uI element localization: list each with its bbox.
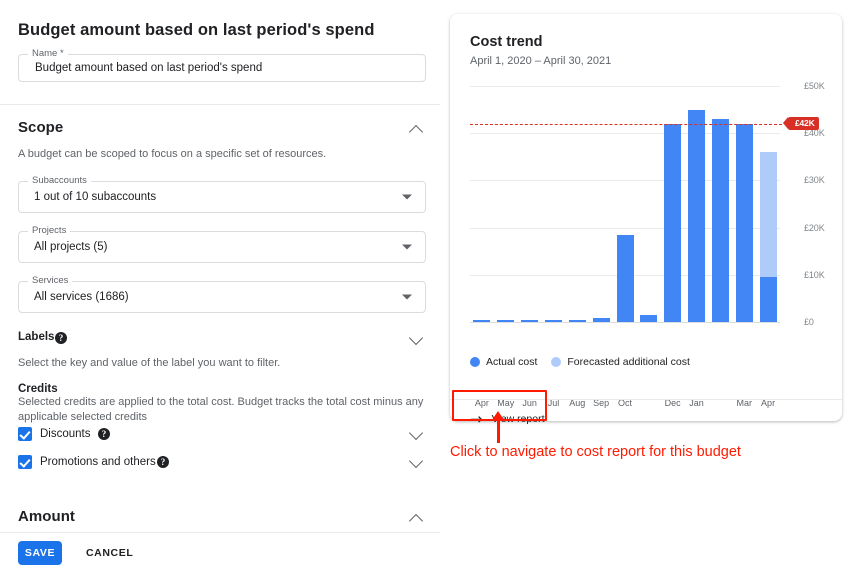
arrow-right-icon: → (470, 412, 483, 427)
chart-bar-actual[interactable] (473, 320, 490, 323)
y-axis-tick: £20K (804, 223, 825, 233)
services-value: All services (1686) (34, 291, 129, 303)
help-icon-labels[interactable]: ? (55, 332, 67, 344)
chart-bar-actual[interactable] (497, 320, 514, 323)
divider-top (0, 104, 440, 105)
chart-bar-actual[interactable] (569, 320, 586, 323)
gridline (470, 133, 780, 134)
gridline (470, 228, 780, 229)
budget-name-label: Name * (28, 48, 68, 60)
chart-title: Cost trend (470, 34, 543, 50)
help-icon-discounts[interactable]: ? (98, 428, 110, 440)
budget-threshold-badge: £42K (788, 117, 819, 130)
gridline (470, 86, 780, 87)
save-button[interactable]: SAVE (18, 541, 62, 565)
chart-bar-actual[interactable] (593, 318, 610, 322)
credits-description: Selected credits are applied to the tota… (18, 395, 426, 425)
chart-bar-actual[interactable] (688, 110, 705, 322)
chevron-down-icon-promotions[interactable] (410, 455, 424, 469)
budget-name-field[interactable]: Name * Budget amount based on last perio… (18, 54, 426, 82)
amount-section-heading: Amount (18, 508, 75, 525)
subaccounts-select[interactable]: Subaccounts 1 out of 10 subaccounts (18, 181, 426, 213)
cancel-button[interactable]: CANCEL (78, 541, 141, 565)
chart-bar-actual[interactable] (760, 277, 777, 322)
chart-bar-actual[interactable] (736, 124, 753, 322)
legend-label-actual: Actual cost (486, 356, 537, 368)
budget-editor-screen: Budget amount based on last period's spe… (0, 0, 856, 575)
budget-form-panel: Budget amount based on last period's spe… (0, 0, 440, 575)
promotions-label: Promotions and others (40, 454, 156, 470)
chevron-up-icon-scope[interactable] (410, 122, 424, 136)
legend-label-forecast: Forecasted additional cost (567, 356, 690, 368)
y-axis-tick: £10K (804, 270, 825, 280)
chevron-down-icon-subaccounts (402, 195, 412, 200)
legend-swatch-forecast (551, 357, 561, 367)
chart-bar-actual[interactable] (664, 124, 681, 322)
budget-name-value: Budget amount based on last period's spe… (35, 62, 262, 74)
chart-bar-actual[interactable] (640, 315, 657, 322)
services-select[interactable]: Services All services (1686) (18, 281, 426, 313)
chart-bar-actual[interactable] (617, 235, 634, 322)
labels-heading: Labels (18, 331, 54, 343)
divider-bottom (0, 532, 440, 533)
budget-threshold-line (470, 124, 782, 125)
chevron-up-icon-amount[interactable] (410, 511, 424, 525)
subaccounts-value: 1 out of 10 subaccounts (34, 191, 156, 203)
help-icon-promotions[interactable]: ? (157, 456, 169, 468)
chart-bar-forecast[interactable] (760, 152, 777, 277)
projects-label: Projects (28, 225, 70, 237)
scope-description: A budget can be scoped to focus on a spe… (18, 147, 326, 162)
y-axis-tick: £50K (804, 81, 825, 91)
chevron-down-icon-services (402, 295, 412, 300)
services-label: Services (28, 275, 72, 287)
discounts-checkbox[interactable] (18, 427, 32, 441)
projects-select[interactable]: Projects All projects (5) (18, 231, 426, 263)
chart-legend: Actual cost Forecasted additional cost (470, 356, 690, 368)
y-axis-tick: £30K (804, 175, 825, 185)
subaccounts-label: Subaccounts (28, 175, 91, 187)
chart-date-range: April 1, 2020 – April 30, 2021 (470, 55, 611, 67)
promotions-checkbox[interactable] (18, 455, 32, 469)
annotation-arrow-icon (497, 419, 500, 443)
scope-section-heading: Scope (18, 119, 63, 136)
gridline (470, 180, 780, 181)
chevron-down-icon-discounts[interactable] (410, 427, 424, 441)
page-title: Budget amount based on last period's spe… (18, 21, 375, 40)
legend-swatch-actual (470, 357, 480, 367)
labels-description: Select the key and value of the label yo… (18, 356, 280, 371)
x-axis-line (470, 322, 780, 323)
view-report-button[interactable]: → View report (466, 408, 549, 430)
chevron-down-icon-labels[interactable] (410, 332, 424, 346)
annotation-text: Click to navigate to cost report for thi… (450, 444, 741, 460)
chart-bar-actual[interactable] (712, 119, 729, 322)
legend-item-actual: Actual cost (470, 356, 537, 368)
y-axis-tick: £0 (804, 317, 814, 327)
chart-bar-actual[interactable] (545, 320, 562, 323)
projects-value: All projects (5) (34, 241, 108, 253)
credits-heading: Credits (18, 383, 58, 395)
chevron-down-icon-projects (402, 245, 412, 250)
chart-bar-actual[interactable] (521, 320, 538, 323)
cost-trend-card: Cost trend April 1, 2020 – April 30, 202… (450, 14, 842, 421)
card-divider (450, 399, 842, 400)
cost-trend-chart: £0£10K£20K£30K£40K£50KAprMayJunJulAugSep… (470, 86, 780, 322)
discounts-label: Discounts (40, 426, 91, 442)
legend-item-forecast: Forecasted additional cost (551, 356, 690, 368)
